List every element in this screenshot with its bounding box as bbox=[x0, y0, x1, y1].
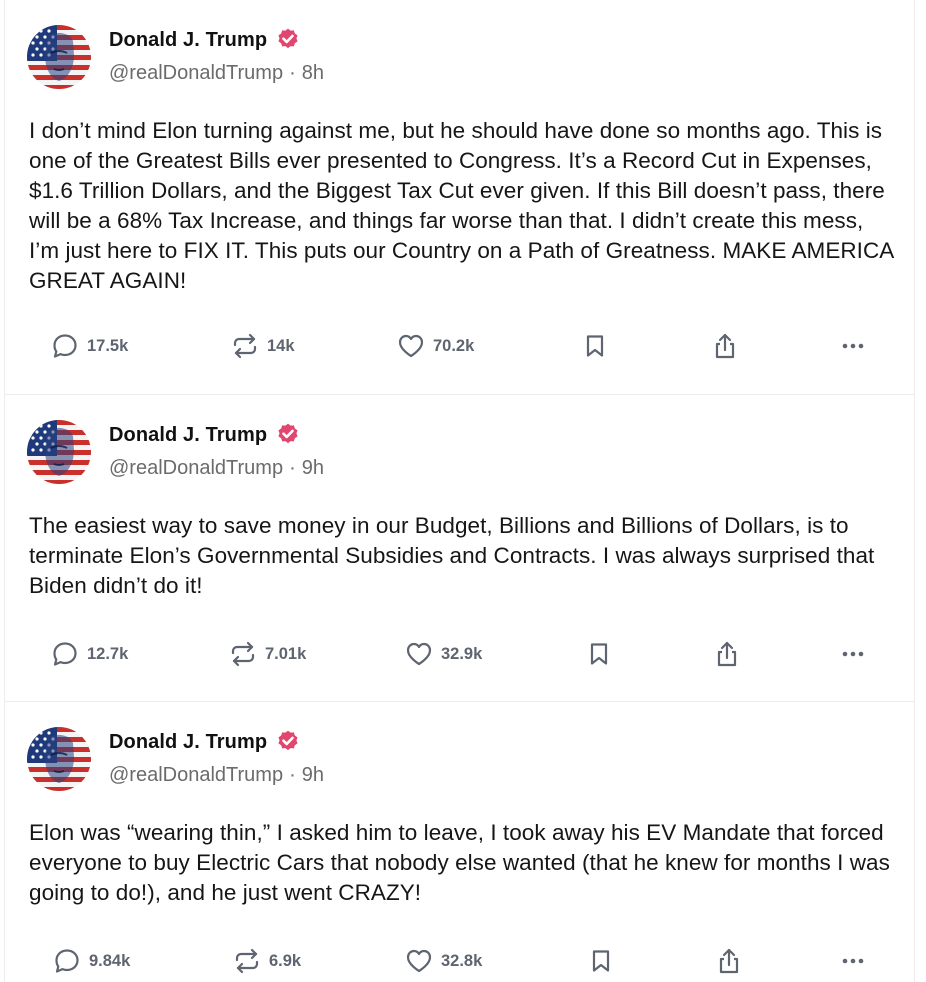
retruth-icon bbox=[231, 332, 259, 360]
more-options-button[interactable] bbox=[839, 326, 867, 366]
reply-count: 9.84k bbox=[89, 951, 131, 970]
bookmark-button[interactable] bbox=[587, 941, 615, 981]
reply-button[interactable]: 17.5k bbox=[51, 326, 128, 366]
bookmark-icon bbox=[585, 640, 613, 668]
author-name[interactable]: Donald J. Trump bbox=[109, 424, 267, 447]
retruth-count: 6.9k bbox=[269, 951, 302, 970]
meta-separator: · bbox=[289, 764, 296, 786]
heart-icon bbox=[405, 947, 433, 975]
bookmark-button[interactable] bbox=[581, 326, 609, 366]
post-text: The easiest way to save money in our Bud… bbox=[29, 513, 875, 598]
bookmark-icon bbox=[581, 332, 609, 360]
action-bar: 12.7k 7.01k 32.9k bbox=[5, 634, 914, 674]
bookmark-icon bbox=[587, 947, 615, 975]
post-text: Elon was “wearing thin,” I asked him to … bbox=[29, 820, 890, 905]
retruth-count: 14k bbox=[267, 336, 295, 355]
retruth-count: 7.01k bbox=[265, 644, 307, 663]
like-button[interactable]: 32.8k bbox=[405, 941, 482, 981]
author-handle[interactable]: @realDonaldTrump bbox=[109, 62, 283, 85]
retruth-icon bbox=[233, 947, 261, 975]
post-time[interactable]: 9h bbox=[302, 764, 324, 787]
author-row: Donald J. Trump bbox=[109, 421, 301, 449]
reply-button[interactable]: 12.7k bbox=[51, 634, 128, 674]
post-time[interactable]: 9h bbox=[302, 457, 324, 480]
retruth-button[interactable]: 6.9k bbox=[233, 941, 301, 981]
handle-row: @realDonaldTrump · 9h bbox=[109, 457, 324, 480]
author-row: Donald J. Trump bbox=[109, 26, 301, 54]
avatar[interactable] bbox=[27, 727, 91, 791]
handle-row: @realDonaldTrump · 9h bbox=[109, 764, 324, 787]
author-name[interactable]: Donald J. Trump bbox=[109, 731, 267, 754]
author-row: Donald J. Trump bbox=[109, 728, 301, 756]
retruth-icon bbox=[229, 640, 257, 668]
reply-count: 12.7k bbox=[87, 644, 129, 663]
verified-badge-icon bbox=[275, 27, 301, 53]
reply-button[interactable]: 9.84k bbox=[53, 941, 130, 981]
verified-badge-icon bbox=[275, 729, 301, 755]
avatar[interactable] bbox=[27, 420, 91, 484]
action-bar: 9.84k 6.9k 32.8k bbox=[5, 941, 914, 981]
avatar[interactable] bbox=[27, 25, 91, 89]
reply-icon bbox=[51, 332, 79, 360]
share-button[interactable] bbox=[715, 941, 743, 981]
share-button[interactable] bbox=[711, 326, 739, 366]
author-name[interactable]: Donald J. Trump bbox=[109, 29, 267, 52]
share-icon bbox=[713, 640, 741, 668]
more-options-button[interactable] bbox=[839, 634, 867, 674]
reply-count: 17.5k bbox=[87, 336, 129, 355]
ellipsis-icon bbox=[839, 640, 867, 668]
post-text: I don’t mind Elon turning against me, bu… bbox=[29, 118, 894, 293]
handle-row: @realDonaldTrump · 8h bbox=[109, 62, 324, 85]
like-button[interactable]: 70.2k bbox=[397, 326, 474, 366]
like-count: 70.2k bbox=[433, 336, 475, 355]
author-handle[interactable]: @realDonaldTrump bbox=[109, 457, 283, 480]
more-options-button[interactable] bbox=[839, 941, 867, 981]
author-handle[interactable]: @realDonaldTrump bbox=[109, 764, 283, 787]
like-count: 32.9k bbox=[441, 644, 483, 663]
like-count: 32.8k bbox=[441, 951, 483, 970]
reply-icon bbox=[53, 947, 81, 975]
share-icon bbox=[715, 947, 743, 975]
share-icon bbox=[711, 332, 739, 360]
share-button[interactable] bbox=[713, 634, 741, 674]
meta-separator: · bbox=[289, 62, 296, 84]
retruth-button[interactable]: 14k bbox=[231, 326, 295, 366]
retruth-button[interactable]: 7.01k bbox=[229, 634, 306, 674]
post[interactable]: Donald J. Trump @realDonaldTrump · 9h Th… bbox=[5, 394, 914, 701]
ellipsis-icon bbox=[839, 947, 867, 975]
ellipsis-icon bbox=[839, 332, 867, 360]
post[interactable]: Donald J. Trump @realDonaldTrump · 9h El… bbox=[5, 701, 914, 982]
heart-icon bbox=[397, 332, 425, 360]
post-time[interactable]: 8h bbox=[302, 62, 324, 85]
action-bar: 17.5k 14k 70.2k bbox=[5, 326, 914, 366]
heart-icon bbox=[405, 640, 433, 668]
meta-separator: · bbox=[289, 457, 296, 479]
verified-badge-icon bbox=[275, 422, 301, 448]
like-button[interactable]: 32.9k bbox=[405, 634, 482, 674]
post[interactable]: Donald J. Trump @realDonaldTrump · 8h I … bbox=[5, 0, 914, 394]
reply-icon bbox=[51, 640, 79, 668]
truth-feed: Donald J. Trump @realDonaldTrump · 8h I … bbox=[4, 0, 915, 982]
bookmark-button[interactable] bbox=[585, 634, 613, 674]
